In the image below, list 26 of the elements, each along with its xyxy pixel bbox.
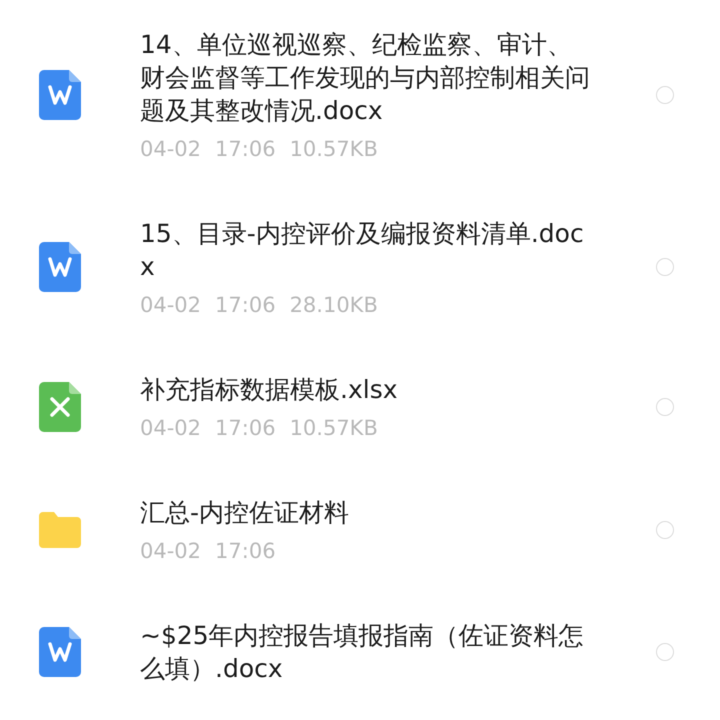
file-time: 17:06 bbox=[215, 539, 276, 563]
word-document-icon bbox=[39, 627, 81, 677]
word-document-icon bbox=[39, 242, 81, 292]
select-radio[interactable] bbox=[656, 398, 674, 416]
file-name: ~$25年内控报告填报指南（佐证资料怎么填）.docx bbox=[140, 620, 585, 685]
select-radio[interactable] bbox=[656, 258, 674, 276]
file-date: 04-02 bbox=[140, 293, 202, 317]
file-time: 17:06 bbox=[215, 293, 276, 317]
file-name: 补充指标数据模板.xlsx bbox=[140, 374, 399, 406]
file-size: 28.10KB bbox=[290, 293, 378, 317]
file-date: 04-02 bbox=[140, 539, 202, 563]
file-date: 04-02 bbox=[140, 416, 202, 440]
folder-icon bbox=[39, 512, 81, 548]
file-size: 10.57KB bbox=[290, 416, 378, 440]
file-size: 10.57KB bbox=[290, 137, 378, 161]
select-radio[interactable] bbox=[656, 520, 674, 538]
file-date: 04-02 bbox=[140, 137, 202, 161]
spreadsheet-icon bbox=[39, 382, 81, 432]
select-radio[interactable] bbox=[656, 86, 674, 104]
file-name: 14、单位巡视巡察、纪检监察、审计、财会监督等工作发现的与内部控制相关问题及其整改情况.docx bbox=[140, 29, 590, 127]
file-time: 17:06 bbox=[215, 137, 276, 161]
file-time: 17:06 bbox=[215, 416, 276, 440]
select-radio[interactable] bbox=[656, 643, 674, 661]
word-document-icon bbox=[39, 70, 81, 120]
file-name: 15、目录-内控评价及编报资料清单.docx bbox=[140, 218, 585, 283]
file-name: 汇总-内控佐证材料 bbox=[140, 497, 350, 529]
